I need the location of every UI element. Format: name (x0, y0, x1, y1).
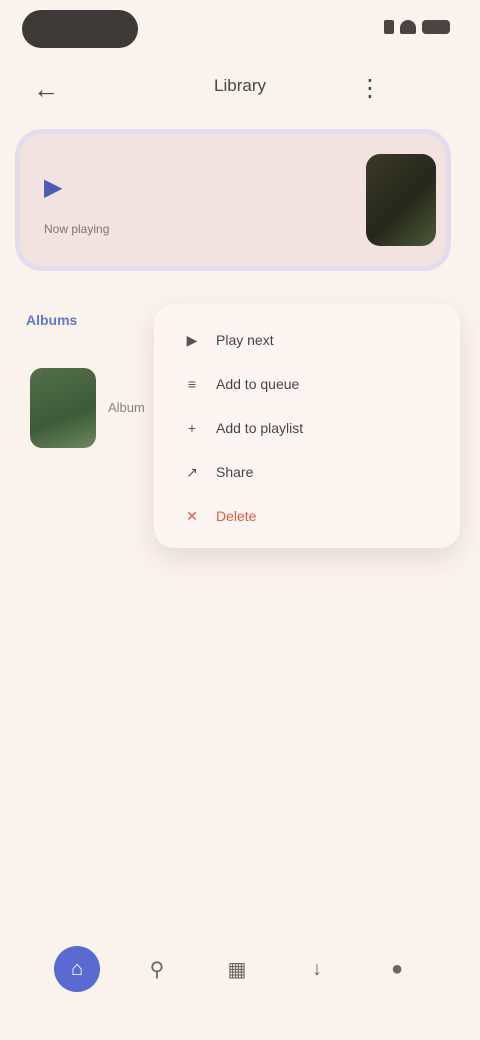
nav-library[interactable]: ▦ (214, 946, 260, 992)
menu-item-label: Add to queue (216, 376, 300, 392)
dynamic-island (22, 10, 138, 48)
arrow-back-icon[interactable]: ← (28, 72, 64, 108)
nav-profile[interactable]: ● (374, 946, 420, 992)
download-icon: ↓ (312, 957, 322, 980)
share-icon: ↗ (186, 464, 198, 480)
home-icon: ⌂ (70, 957, 84, 980)
menu-item-label: Play next (216, 332, 274, 348)
album-cover-art[interactable] (30, 368, 96, 448)
now-playing-cover-art[interactable] (366, 154, 436, 246)
section-label[interactable]: Albums (26, 312, 77, 328)
bottom-nav: ⌂ ⚲ ▦ ↓ ● (0, 934, 480, 1004)
signal-icon (384, 20, 394, 34)
menu-item-play-next[interactable]: ▶ Play next (184, 326, 274, 354)
queue-icon: ≡ (187, 376, 197, 392)
menu-item-share[interactable]: ↗ Share (184, 458, 253, 486)
menu-item-delete[interactable]: ✕ Delete (184, 502, 256, 530)
play-icon: ▶ (186, 332, 198, 348)
wifi-icon (400, 20, 416, 34)
status-bar (0, 0, 480, 56)
nav-downloads[interactable]: ↓ (294, 946, 340, 992)
now-playing-card[interactable]: ▶ Now playing (20, 134, 446, 266)
menu-item-add-to-playlist[interactable]: + Add to playlist (184, 414, 303, 442)
album-title[interactable]: Album (108, 400, 145, 415)
nav-home[interactable]: ⌂ (54, 946, 100, 992)
context-menu: ▶ Play next ≡ Add to queue + Add to play… (154, 304, 460, 548)
menu-item-add-to-queue[interactable]: ≡ Add to queue (184, 370, 299, 398)
nav-search[interactable]: ⚲ (134, 946, 180, 992)
screen: ← Library ⋮ ▶ Now playing Albums Album ▶… (0, 0, 480, 1040)
status-icons (384, 20, 450, 34)
delete-icon: ✕ (186, 508, 198, 524)
playlist-add-icon: + (187, 420, 197, 436)
more-vert-icon[interactable]: ⋮ (352, 72, 388, 108)
page-title: Library (214, 76, 266, 95)
top-bar: ← Library ⋮ (0, 64, 480, 112)
library-icon: ▦ (227, 958, 247, 981)
menu-item-label: Add to playlist (216, 420, 304, 436)
battery-icon (422, 20, 450, 34)
menu-item-label: Share (216, 464, 254, 480)
menu-item-label: Delete (216, 508, 257, 524)
now-playing-subtitle: Now playing (44, 222, 110, 236)
profile-icon: ● (390, 957, 404, 980)
play-icon[interactable]: ▶ (44, 174, 72, 202)
search-icon: ⚲ (149, 958, 165, 981)
